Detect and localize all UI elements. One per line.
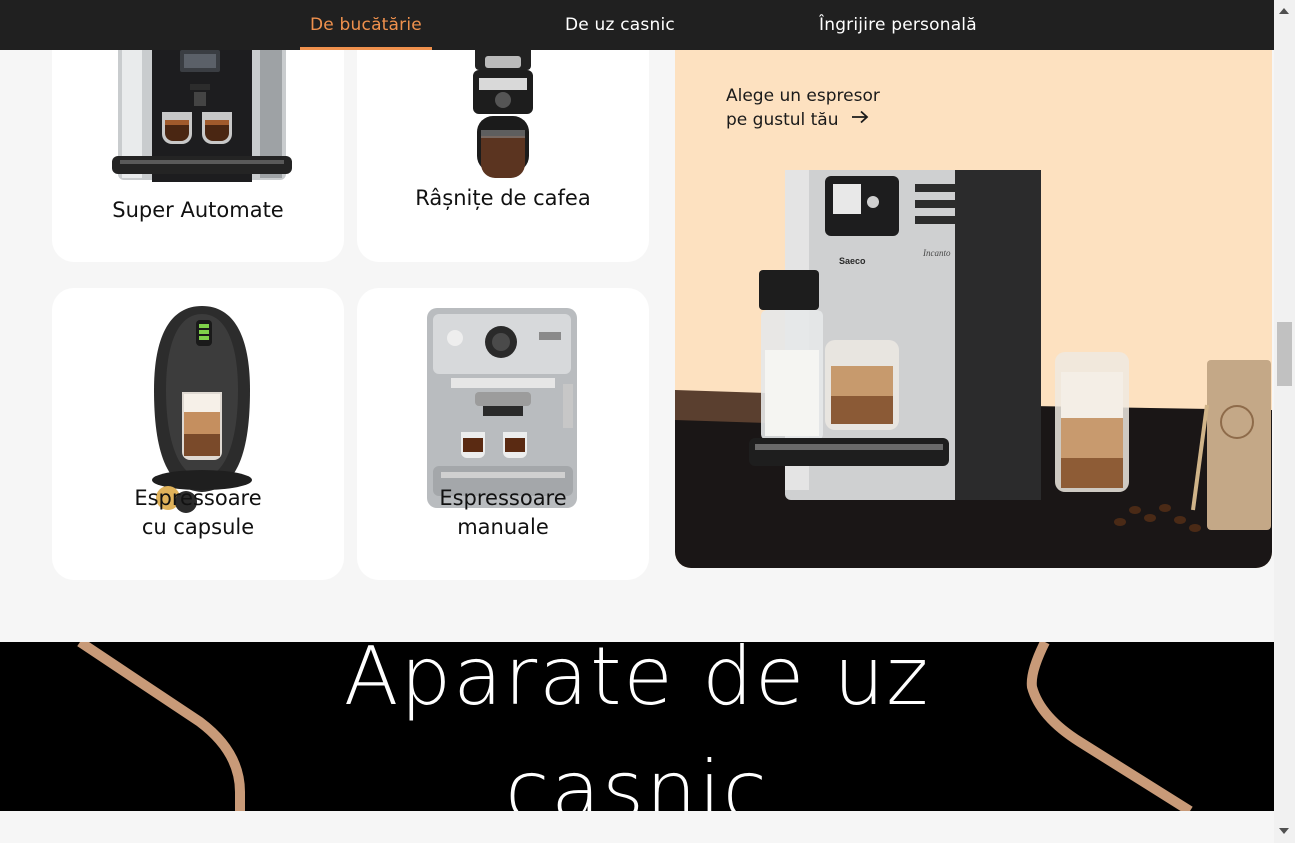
page-bottom-strip — [0, 811, 1274, 843]
scroll-down-arrow-icon[interactable] — [1279, 828, 1289, 834]
capsule-espresso-machine-image — [152, 306, 252, 513]
section-title: Aparate de uz casnic — [343, 642, 931, 811]
promo-link-text[interactable]: Alege un espresor pe gustul tău — [726, 84, 880, 132]
category-label: Espressoare manuale — [439, 486, 567, 539]
arrow-right-icon[interactable] — [851, 110, 869, 124]
svg-text:Saeco: Saeco — [839, 256, 866, 266]
svg-text:Incanto: Incanto — [922, 248, 951, 258]
vertical-scrollbar[interactable] — [1274, 0, 1295, 843]
top-navigation: De bucătărie De uz casnic Îngrijire pers… — [0, 0, 1274, 50]
tab-de-uz-casnic[interactable]: De uz casnic — [565, 0, 675, 50]
scrollbar-thumb[interactable] — [1277, 322, 1292, 386]
category-label: Râșnițe de cafea — [415, 186, 591, 210]
category-card-espressoare-cu-capsule[interactable]: Espressoare cu capsule — [52, 288, 344, 580]
promo-banner[interactable]: Saeco Incanto Alege un espresor pe gustu… — [675, 20, 1272, 568]
category-label: Espressoare cu capsule — [134, 486, 262, 539]
manual-espresso-machine-image — [427, 308, 577, 508]
coffee-grinder-image — [473, 40, 533, 178]
section-aparate-de-uz-casnic: Aparate de uz casnic — [0, 642, 1274, 811]
category-label: Super Automate — [112, 198, 284, 222]
tab-ingrijire-personala[interactable]: Îngrijire personală — [819, 0, 977, 50]
category-card-espressoare-manuale[interactable]: Espressoare manuale — [357, 288, 649, 580]
scroll-up-arrow-icon[interactable] — [1279, 8, 1289, 14]
tab-de-bucatarie[interactable]: De bucătărie — [300, 0, 432, 50]
